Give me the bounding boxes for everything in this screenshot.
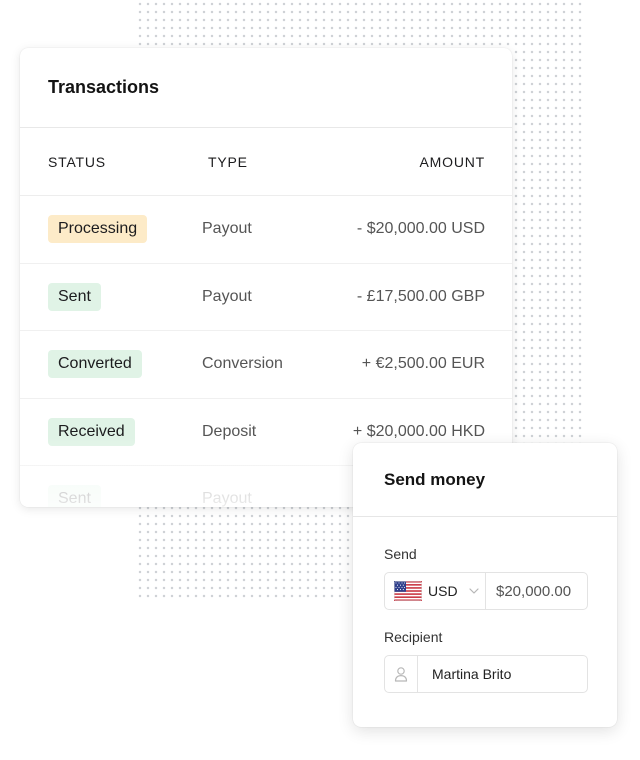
- transaction-amount: - $20,000.00 USD: [356, 220, 485, 238]
- recipient-avatar: [385, 656, 418, 692]
- table-header: STATUS TYPE AMOUNT: [20, 128, 512, 196]
- table-row[interactable]: Converted Conversion + €2,500.00 EUR: [20, 331, 512, 399]
- transaction-type: Conversion: [202, 355, 283, 373]
- status-badge: Received: [48, 417, 135, 446]
- amount-input[interactable]: [486, 573, 587, 609]
- recipient-name: Martina Brito: [432, 666, 512, 682]
- transaction-amount: - £17,500.00 GBP: [356, 287, 485, 305]
- send-money-title: Send money: [353, 443, 617, 517]
- transactions-card: Transactions STATUS TYPE AMOUNT Processi…: [20, 48, 512, 507]
- table-row[interactable]: Sent Payout - £17,500.00 GBP: [20, 264, 512, 331]
- send-label: Send: [384, 546, 417, 562]
- status-badge: Processing: [48, 215, 148, 244]
- recipient-label: Recipient: [384, 629, 443, 645]
- transaction-amount: + €2,500.00 EUR: [361, 355, 485, 373]
- column-header-status: STATUS: [48, 153, 106, 170]
- transaction-type: Payout: [202, 220, 252, 238]
- currency-code: USD: [428, 583, 458, 599]
- send-money-card: Send money Send USD $20,000.00 Recipient…: [353, 443, 617, 727]
- chevron-down-icon: [468, 588, 479, 594]
- user-icon: [394, 667, 408, 682]
- send-amount-field: USD: [384, 572, 588, 610]
- transaction-type: Deposit: [202, 422, 257, 440]
- currency-select[interactable]: USD: [385, 573, 486, 609]
- table-row[interactable]: Processing Payout - $20,000.00 USD: [20, 196, 512, 264]
- transaction-type: Payout: [202, 490, 252, 507]
- transaction-type: Payout: [202, 287, 252, 305]
- transaction-amount: + $20,000.00 HKD: [352, 422, 485, 440]
- transactions-title: Transactions: [20, 48, 512, 128]
- us-flag-icon: [394, 581, 422, 601]
- status-badge: Converted: [48, 350, 142, 379]
- column-header-type: TYPE: [208, 153, 248, 170]
- status-badge: Sent: [48, 485, 101, 507]
- status-badge: Sent: [48, 282, 101, 311]
- column-header-amount: AMOUNT: [419, 153, 485, 170]
- recipient-field[interactable]: Martina Brito: [384, 655, 588, 693]
